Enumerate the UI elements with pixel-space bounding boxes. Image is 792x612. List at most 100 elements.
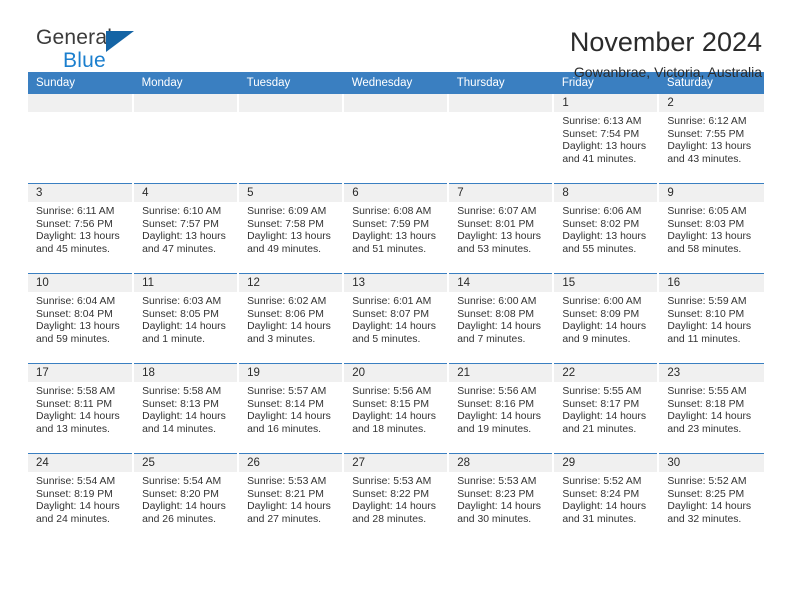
daylight-duration-line1: Daylight: 14 hours — [457, 411, 541, 423]
day-sun-info: Sunrise: 5:56 AM Sunset: 8:15 PM Daylight:… — [344, 382, 447, 436]
calendar-day-cell[interactable]: 25 Sunrise: 5:54 AM Sunset: 8:20 PM Dayligh… — [133, 453, 240, 543]
sunrise-time: Sunrise: 6:04 AM — [36, 296, 116, 307]
weekday-header-thursday: Thursday — [448, 72, 554, 94]
calendar-day-cell[interactable]: 4 Sunrise: 6:10 AM Sunset: 7:57 PM Daylight… — [133, 183, 240, 274]
calendar-day-cell[interactable]: 5 Sunrise: 6:09 AM Sunset: 7:58 PM Daylight… — [238, 183, 345, 274]
calendar-cell-inner: 3 Sunrise: 6:11 AM Sunset: 7:56 PM Daylight… — [28, 184, 133, 273]
day-sun-info: Sunrise: 6:12 AM Sunset: 7:55 PM Daylight:… — [659, 112, 763, 166]
calendar-day-cell[interactable]: 16 Sunrise: 5:59 AM Sunset: 8:10 PM Dayligh… — [658, 273, 764, 364]
calendar-cell-inner: 17 Sunrise: 5:58 AM Sunset: 8:11 PM Dayligh… — [28, 364, 133, 453]
calendar-day-cell[interactable]: 19 Sunrise: 5:57 AM Sunset: 8:14 PM Dayligh… — [238, 363, 345, 454]
daylight-duration-line1: Daylight: 14 hours — [667, 321, 752, 333]
calendar-cell-inner: 11 Sunrise: 6:03 AM Sunset: 8:05 PM Dayligh… — [134, 274, 238, 363]
day-number: 13 — [344, 274, 448, 292]
daylight-duration-line1: Daylight: 13 hours — [457, 231, 541, 243]
calendar-day-cell[interactable]: 7 Sunrise: 6:07 AM Sunset: 8:01 PM Daylight… — [448, 183, 555, 274]
calendar-cell-empty — [28, 94, 135, 184]
sunset-time: Sunset: 8:01 PM — [457, 218, 535, 230]
calendar-day-cell[interactable]: 15 Sunrise: 6:00 AM Sunset: 8:09 PM Dayligh… — [553, 273, 660, 364]
sunrise-time: Sunrise: 5:55 AM — [667, 386, 747, 397]
sunrise-time: Sunrise: 5:53 AM — [457, 476, 537, 487]
day-sun-info: Sunrise: 5:57 AM Sunset: 8:14 PM Daylight:… — [239, 382, 342, 436]
sunrise-time: Sunrise: 5:58 AM — [142, 386, 222, 397]
calendar-day-cell[interactable]: 28 Sunrise: 5:53 AM Sunset: 8:23 PM Dayligh… — [448, 453, 555, 543]
calendar-cell-inner: 26 Sunrise: 5:53 AM Sunset: 8:21 PM Dayligh… — [239, 454, 343, 543]
sunset-time: Sunset: 8:02 PM — [562, 218, 640, 230]
calendar-cell-inner: 5 Sunrise: 6:09 AM Sunset: 7:58 PM Daylight… — [239, 184, 343, 273]
title-block: November 2024 Gowanbrae, Victoria, Austr… — [570, 27, 764, 81]
calendar-day-cell[interactable]: 2 Sunrise: 6:12 AM Sunset: 7:55 PM Daylight… — [658, 94, 764, 184]
day-number: 18 — [134, 364, 238, 382]
calendar-day-cell[interactable]: 30 Sunrise: 5:52 AM Sunset: 8:25 PM Dayligh… — [658, 453, 764, 543]
calendar-day-cell[interactable]: 23 Sunrise: 5:55 AM Sunset: 8:18 PM Dayligh… — [658, 363, 764, 454]
daylight-duration-line2: and 53 minutes. — [457, 243, 532, 255]
calendar-day-cell[interactable]: 26 Sunrise: 5:53 AM Sunset: 8:21 PM Dayligh… — [238, 453, 345, 543]
sunset-time: Sunset: 7:56 PM — [36, 218, 113, 230]
day-number: 5 — [239, 184, 343, 202]
sunset-time: Sunset: 8:23 PM — [457, 488, 535, 500]
calendar-day-cell[interactable]: 10 Sunrise: 6:04 AM Sunset: 8:04 PM Dayligh… — [28, 273, 135, 364]
day-number: 10 — [28, 274, 133, 292]
calendar-day-cell[interactable]: 11 Sunrise: 6:03 AM Sunset: 8:05 PM Dayligh… — [133, 273, 240, 364]
calendar-day-cell[interactable]: 6 Sunrise: 6:08 AM Sunset: 7:59 PM Daylight… — [343, 183, 450, 274]
daylight-duration-line1: Daylight: 13 hours — [562, 231, 647, 243]
daylight-duration-line2: and 24 minutes. — [36, 513, 110, 525]
day-number: 8 — [554, 184, 658, 202]
calendar-cell-inner — [344, 94, 448, 183]
calendar-day-cell[interactable]: 17 Sunrise: 5:58 AM Sunset: 8:11 PM Dayligh… — [28, 363, 135, 454]
logo-text-blue: Blue — [63, 49, 106, 72]
calendar-cell-inner: 18 Sunrise: 5:58 AM Sunset: 8:13 PM Dayligh… — [134, 364, 238, 453]
calendar-cell-inner — [134, 94, 238, 183]
calendar-cell-inner: 9 Sunrise: 6:05 AM Sunset: 8:03 PM Daylight… — [659, 184, 764, 273]
daylight-duration-line2: and 3 minutes. — [247, 333, 316, 345]
sunset-time: Sunset: 8:13 PM — [142, 398, 219, 410]
calendar-day-cell[interactable]: 8 Sunrise: 6:06 AM Sunset: 8:02 PM Daylight… — [553, 183, 660, 274]
sunrise-time: Sunrise: 6:00 AM — [562, 296, 642, 307]
calendar-week-row: 17 Sunrise: 5:58 AM Sunset: 8:11 PM Dayligh… — [28, 363, 764, 454]
calendar-day-cell[interactable]: 18 Sunrise: 5:58 AM Sunset: 8:13 PM Dayligh… — [133, 363, 240, 454]
day-number: 1 — [554, 94, 658, 112]
calendar-day-cell[interactable]: 14 Sunrise: 6:00 AM Sunset: 8:08 PM Dayligh… — [448, 273, 555, 364]
daylight-duration-line1: Daylight: 13 hours — [36, 321, 120, 333]
calendar-cell-inner: 7 Sunrise: 6:07 AM Sunset: 8:01 PM Daylight… — [449, 184, 553, 273]
day-sun-info: Sunrise: 5:52 AM Sunset: 8:24 PM Daylight:… — [554, 472, 657, 526]
sunset-time: Sunset: 8:17 PM — [562, 398, 640, 410]
logo-triangle-icon — [106, 31, 134, 52]
day-number: 25 — [134, 454, 238, 472]
sunrise-time: Sunrise: 5:54 AM — [142, 476, 222, 487]
daylight-duration-line2: and 32 minutes. — [667, 513, 742, 525]
weekday-header-monday: Monday — [133, 72, 239, 94]
daylight-duration-line2: and 28 minutes. — [352, 513, 427, 525]
calendar-cell-empty — [343, 94, 450, 184]
calendar-day-cell[interactable]: 20 Sunrise: 5:56 AM Sunset: 8:15 PM Dayligh… — [343, 363, 450, 454]
day-number — [134, 94, 238, 112]
daylight-duration-line2: and 13 minutes. — [36, 423, 110, 435]
sunset-time: Sunset: 8:22 PM — [352, 488, 430, 500]
day-sun-info: Sunrise: 6:02 AM Sunset: 8:06 PM Daylight:… — [239, 292, 342, 346]
day-sun-info: Sunrise: 5:55 AM Sunset: 8:17 PM Daylight:… — [554, 382, 657, 436]
calendar-cell-empty — [448, 94, 555, 184]
calendar-day-cell[interactable]: 13 Sunrise: 6:01 AM Sunset: 8:07 PM Dayligh… — [343, 273, 450, 364]
day-sun-info: Sunrise: 6:11 AM Sunset: 7:56 PM Daylight:… — [28, 202, 132, 256]
calendar-day-cell[interactable]: 21 Sunrise: 5:56 AM Sunset: 8:16 PM Dayligh… — [448, 363, 555, 454]
daylight-duration-line1: Daylight: 14 hours — [36, 501, 120, 513]
calendar-cell-inner: 30 Sunrise: 5:52 AM Sunset: 8:25 PM Dayligh… — [659, 454, 764, 543]
page-subtitle: Gowanbrae, Victoria, Australia — [573, 64, 762, 80]
calendar-day-cell[interactable]: 22 Sunrise: 5:55 AM Sunset: 8:17 PM Dayligh… — [553, 363, 660, 454]
calendar-day-cell[interactable]: 27 Sunrise: 5:53 AM Sunset: 8:22 PM Dayligh… — [343, 453, 450, 543]
calendar-cell-inner: 27 Sunrise: 5:53 AM Sunset: 8:22 PM Dayligh… — [344, 454, 448, 543]
calendar-day-cell[interactable]: 24 Sunrise: 5:54 AM Sunset: 8:19 PM Dayligh… — [28, 453, 135, 543]
calendar-day-cell[interactable]: 3 Sunrise: 6:11 AM Sunset: 7:56 PM Daylight… — [28, 183, 135, 274]
daylight-duration-line1: Daylight: 13 hours — [142, 231, 226, 243]
sunrise-time: Sunrise: 6:02 AM — [247, 296, 327, 307]
calendar-day-cell[interactable]: 12 Sunrise: 6:02 AM Sunset: 8:06 PM Dayligh… — [238, 273, 345, 364]
daylight-duration-line2: and 49 minutes. — [247, 243, 322, 255]
daylight-duration-line1: Daylight: 13 hours — [247, 231, 331, 243]
calendar-day-cell[interactable]: 1 Sunrise: 6:13 AM Sunset: 7:54 PM Daylight… — [553, 94, 660, 184]
calendar-day-cell[interactable]: 9 Sunrise: 6:05 AM Sunset: 8:03 PM Daylight… — [658, 183, 764, 274]
sunset-time: Sunset: 8:04 PM — [36, 308, 113, 320]
calendar-cell-inner: 10 Sunrise: 6:04 AM Sunset: 8:04 PM Dayligh… — [28, 274, 133, 363]
daylight-duration-line2: and 18 minutes. — [352, 423, 427, 435]
calendar-day-cell[interactable]: 29 Sunrise: 5:52 AM Sunset: 8:24 PM Dayligh… — [553, 453, 660, 543]
daylight-duration-line2: and 47 minutes. — [142, 243, 216, 255]
